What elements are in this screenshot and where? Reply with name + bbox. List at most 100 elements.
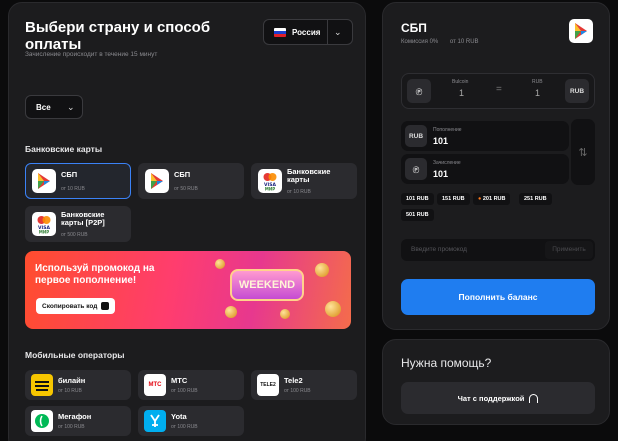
page-title: Выбери страну и способ оплаты — [25, 19, 211, 53]
method-name: СБП — [61, 170, 78, 179]
rate-right-value: 1 — [535, 88, 541, 98]
help-title: Нужна помощь? — [401, 356, 492, 370]
rate-left-label: Bulcoin — [452, 79, 469, 85]
beeline-icon — [31, 374, 53, 396]
promo-placeholder: Введите промокод — [411, 246, 467, 253]
apply-promo-button[interactable]: Применить — [545, 241, 593, 259]
promo-code-field[interactable]: Введите промокод Применить — [401, 239, 595, 261]
preset-amount-hot[interactable]: ● 201 RUB — [473, 193, 511, 205]
topup-label: Пополнение — [433, 127, 462, 133]
deposit-panel: СБП Комиссия 0% от 10 RUB Ⓟ Bulcoin 1 = … — [382, 2, 610, 330]
topup-value: 101 — [433, 136, 449, 146]
sbp-icon — [32, 169, 56, 193]
mts-icon: МТС — [144, 374, 166, 396]
copy-icon — [101, 302, 110, 310]
rate-right-label: RUB — [532, 79, 543, 85]
commission-text: Комиссия 0% — [401, 39, 439, 45]
operator-min: от 100 RUB — [58, 424, 85, 430]
megafon-icon — [31, 410, 53, 432]
method-min: от 50 RUB — [174, 186, 198, 192]
operator-name: МТС — [171, 376, 188, 385]
coin-decoration — [225, 306, 237, 318]
preset-amount[interactable]: 151 RUB — [437, 193, 470, 205]
sbp-icon — [145, 169, 169, 193]
exchange-rate: Ⓟ Bulcoin 1 = RUB 1 RUB — [401, 73, 595, 109]
filter-value: Все — [36, 103, 51, 112]
bank-cards-heading: Банковские карты — [25, 144, 103, 154]
swap-icon[interactable]: ⇅ — [571, 119, 595, 185]
operator-tele2[interactable]: TELE2 Tele2 от 100 RUB — [251, 370, 357, 400]
svg-text:МИР: МИР — [265, 187, 275, 192]
support-chat-button[interactable]: Чат с поддержкой — [401, 382, 595, 414]
operator-beeline[interactable]: билайн от 10 RUB — [25, 370, 131, 400]
operator-yota[interactable]: Yota от 100 RUB — [138, 406, 244, 436]
topup-amount-field[interactable]: RUB Пополнение 101 — [401, 121, 569, 151]
chevron-down-icon[interactable]: ⌄ — [334, 27, 342, 38]
help-panel: Нужна помощь? Чат с поддержкой — [382, 339, 610, 425]
visa-mir-icon: VISA МИР — [258, 169, 282, 193]
method-title: СБП — [401, 21, 427, 35]
method-min: от 10 RUB — [287, 189, 311, 195]
credit-label: Зачисление — [433, 160, 461, 166]
method-bank-cards[interactable]: VISA МИР Банковские карты от 10 RUB — [251, 163, 357, 199]
tele2-icon: TELE2 — [257, 374, 279, 396]
method-name: Банковские карты [P2P] — [61, 210, 105, 227]
page-subtitle: Зачисление происходит в течение 15 минут — [25, 51, 158, 58]
method-sbp-2[interactable]: СБП от 50 RUB — [138, 163, 244, 199]
preset-amount[interactable]: 501 RUB — [401, 209, 434, 221]
method-filter-select[interactable]: Все ⌄ — [25, 95, 83, 119]
operator-min: от 100 RUB — [171, 388, 198, 394]
preset-label: 201 RUB — [482, 196, 506, 202]
operator-min: от 100 RUB — [284, 388, 311, 394]
country-name: Россия — [292, 27, 321, 37]
copy-code-button[interactable]: Скопировать код — [36, 298, 116, 314]
headset-icon — [529, 393, 539, 403]
operator-name: билайн — [58, 376, 86, 385]
method-name: Банковские карты — [287, 167, 331, 184]
operator-name: Yota — [171, 412, 187, 421]
operator-min: от 100 RUB — [171, 424, 198, 430]
operator-name: Мегафон — [58, 412, 92, 421]
operator-min: от 10 RUB — [58, 388, 82, 394]
method-sbp[interactable]: СБП от 10 RUB — [25, 163, 131, 199]
payment-methods-panel: Выбери страну и способ оплаты Зачисление… — [8, 2, 366, 441]
mobile-operators-heading: Мобильные операторы — [25, 350, 125, 360]
yota-icon — [144, 410, 166, 432]
operator-mts[interactable]: МТС МТС от 100 RUB — [138, 370, 244, 400]
weekend-art: WEEKEND — [230, 269, 304, 301]
coin-decoration — [280, 309, 290, 319]
visa-mir-icon: VISA МИР — [32, 212, 56, 236]
chevron-down-icon: ⌄ — [67, 102, 75, 112]
equals-icon: = — [496, 84, 502, 95]
svg-text:МИР: МИР — [39, 230, 49, 235]
method-name: СБП — [174, 170, 191, 179]
coin-decoration — [325, 301, 341, 317]
min-amount-text: от 10 RUB — [449, 39, 479, 45]
rate-left-value: 1 — [459, 88, 465, 98]
topup-balance-button[interactable]: Пополнить баланс — [401, 279, 595, 315]
divider — [327, 20, 328, 44]
preset-amount[interactable]: 251 RUB — [519, 193, 552, 205]
method-min: от 500 RUB — [61, 232, 88, 238]
topup-currency-badge: RUB — [405, 125, 427, 147]
method-fee: Комиссия 0% от 10 RUB — [401, 39, 489, 45]
bulcoin-icon: Ⓟ — [407, 79, 431, 103]
credit-amount-field[interactable]: Ⓟ Зачисление 101 — [401, 154, 569, 184]
operator-name: Tele2 — [284, 376, 303, 385]
operator-megafon[interactable]: Мегафон от 100 RUB — [25, 406, 131, 436]
credit-value: 101 — [433, 169, 449, 179]
russia-flag-icon — [274, 27, 286, 37]
promo-banner: Используй промокод на первое пополнение!… — [25, 251, 351, 329]
country-select[interactable]: Россия ⌄ — [263, 19, 353, 45]
method-bank-cards-p2p[interactable]: VISA МИР Банковские карты [P2P] от 500 RU… — [25, 206, 131, 242]
banner-text: Используй промокод на первое пополнение! — [35, 263, 155, 286]
method-min: от 10 RUB — [61, 186, 85, 192]
coin-decoration — [215, 259, 225, 269]
support-chat-label: Чат с поддержкой — [457, 393, 525, 403]
coin-decoration — [315, 263, 329, 277]
preset-amount[interactable]: 101 RUB — [401, 193, 434, 205]
copy-code-label: Скопировать код — [42, 302, 98, 310]
rate-currency-badge: RUB — [565, 79, 589, 103]
bulcoin-icon: Ⓟ — [405, 158, 427, 180]
sbp-icon — [569, 19, 593, 43]
